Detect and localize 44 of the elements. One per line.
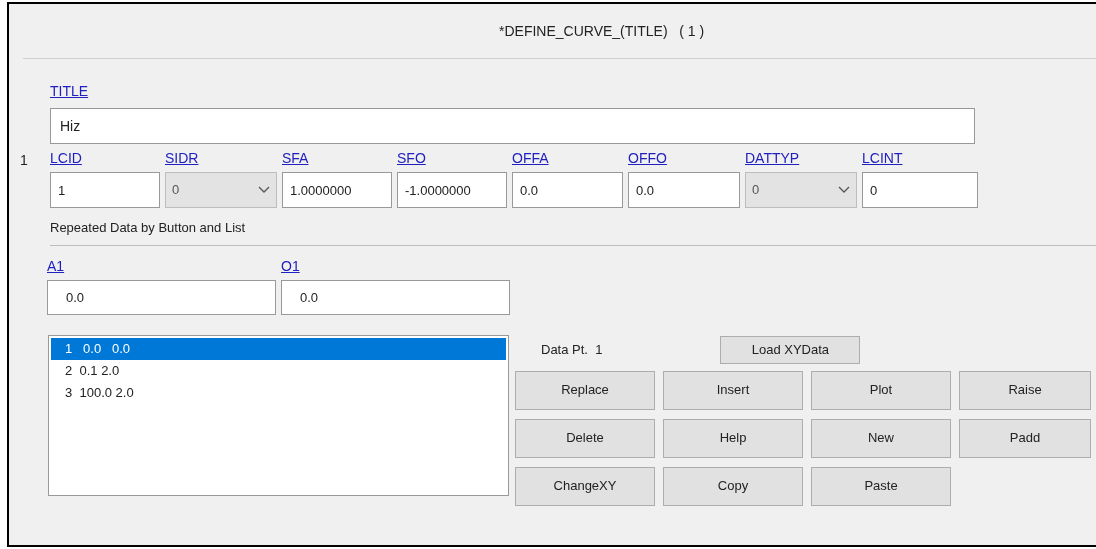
action-button[interactable]: Delete — [515, 418, 655, 458]
field-link[interactable]: O1 — [281, 255, 300, 277]
load-xydata-button[interactable]: Load XYData — [720, 335, 861, 364]
input-field[interactable]: 0.0 — [281, 279, 510, 315]
field-link[interactable]: TITLE — [50, 81, 89, 102]
action-button[interactable]: Plot — [811, 370, 951, 410]
input-field[interactable]: 1.0000000 — [282, 172, 392, 208]
window-title: *DEFINE_CURVE_(TITLE) ( 1 ) — [499, 21, 705, 41]
action-button[interactable]: Replace — [515, 370, 655, 410]
input-field[interactable]: 0.0 — [512, 172, 623, 208]
input-field[interactable]: -1.0000000 — [397, 172, 507, 208]
list-item[interactable]: 1 0.0 0.0 — [51, 337, 506, 360]
action-button[interactable]: Copy — [663, 466, 803, 506]
action-button[interactable]: Insert — [663, 370, 803, 410]
field-link[interactable]: A1 — [47, 255, 65, 277]
field-link[interactable]: SIDR — [165, 148, 199, 169]
list-item[interactable]: 3 100.0 2.0 — [51, 381, 506, 404]
data-point-label: Data Pt. 1 — [541, 340, 603, 359]
card-number: 1 — [20, 151, 29, 170]
input-field[interactable]: 1 — [50, 172, 160, 208]
data-list[interactable]: 1 0.0 0.0 2 0.1 2.0 3 100.0 2.0 — [48, 334, 509, 496]
field-link[interactable]: OFFO — [628, 148, 667, 169]
action-button[interactable]: Paste — [811, 466, 951, 506]
input-field[interactable]: 0.0 — [47, 279, 276, 315]
field-link[interactable]: LCID — [50, 148, 82, 169]
action-button[interactable]: Raise — [959, 370, 1091, 410]
action-button[interactable]: Help — [663, 418, 803, 458]
action-button[interactable]: ChangeXY — [515, 466, 655, 506]
field-link[interactable]: SFA — [282, 148, 309, 169]
dropdown[interactable]: 0 — [745, 172, 857, 208]
action-button[interactable]: New — [811, 418, 951, 458]
chevron-down-icon — [258, 186, 270, 194]
field-link[interactable]: LCINT — [862, 148, 903, 169]
field-link[interactable]: DATTYP — [745, 148, 800, 169]
list-item[interactable]: 2 0.1 2.0 — [51, 359, 506, 382]
action-button[interactable]: Padd — [959, 418, 1091, 458]
chevron-down-icon — [838, 186, 850, 194]
section-heading: Repeated Data by Button and List — [50, 219, 247, 237]
field-link[interactable]: SFO — [397, 148, 426, 169]
field-link[interactable]: OFFA — [512, 148, 549, 169]
title-field[interactable]: Hiz — [50, 108, 975, 144]
dropdown[interactable]: 0 — [165, 172, 277, 208]
input-field[interactable]: 0 — [862, 172, 978, 208]
input-field[interactable]: 0.0 — [628, 172, 740, 208]
